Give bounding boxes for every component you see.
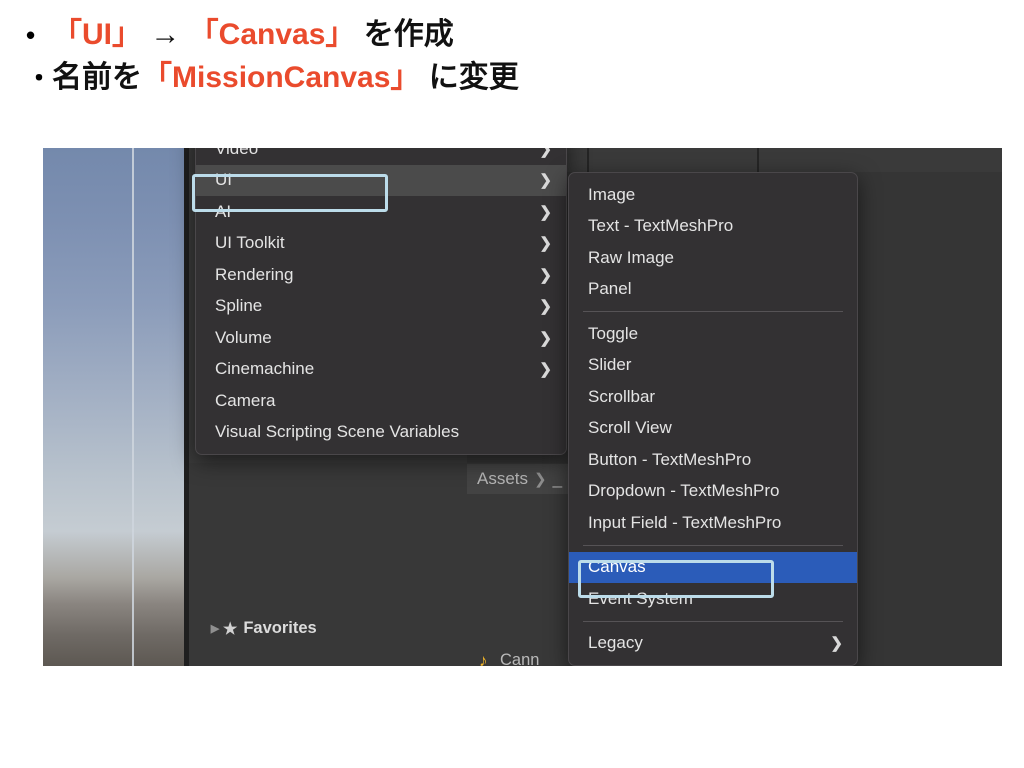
breadcrumb-item-2[interactable]: _ (553, 469, 562, 489)
menu-item-label: Event System (588, 588, 693, 608)
chevron-right-icon: ❯ (539, 361, 552, 379)
bullet-marker-2: ・ (26, 62, 53, 93)
bullet-line-1: • 「UI」 → 「Canvas」 を作成 (26, 14, 1024, 57)
menu-separator (583, 544, 843, 546)
menu-item-slider[interactable]: Slider (569, 350, 857, 382)
bullet-1-seg-3: 「Canvas」 (188, 18, 356, 51)
menu-item-canvas[interactable]: Canvas (569, 551, 857, 583)
menu-item-label: Cinemachine (215, 359, 315, 379)
bullet-1-seg-2: → (142, 18, 189, 51)
menu-separator (583, 620, 843, 622)
bottom-crop-mask (0, 666, 1024, 768)
menu-separator (583, 311, 843, 312)
menu-item-toggle[interactable]: Toggle (569, 318, 857, 350)
scene-view[interactable] (22, 148, 186, 666)
unity-editor-screenshot: ▶ ★ Favorites ▼ Assets _C# ▶ _Images _In… (22, 148, 1002, 666)
chevron-right-icon: ❯ (539, 148, 552, 158)
tree-label: Favorites (243, 619, 317, 637)
menu-item-label: Text - TextMeshPro (588, 216, 734, 236)
menu-item-label: Volume (215, 327, 272, 347)
slide-bullets: • 「UI」 → 「Canvas」 を作成 ・名前を「MissionCanvas」… (0, 0, 1024, 99)
menu-item-label: AI (215, 201, 232, 221)
tree-row-favorites[interactable]: ▶ ★ Favorites (207, 616, 317, 641)
menu-item-label: Toggle (588, 323, 639, 343)
menu-item-panel[interactable]: Panel (569, 274, 857, 306)
menu-item-image[interactable]: Image (569, 179, 857, 211)
menu-item-label: Video (215, 148, 259, 158)
chevron-right-icon: ❯ (539, 329, 552, 347)
menu-item-label: Rendering (215, 264, 294, 284)
chevron-right-icon: ❯ (539, 298, 552, 316)
menu-item-camera[interactable]: Camera (196, 385, 566, 417)
menu-item-dropdown-textmeshpro[interactable]: Dropdown - TextMeshPro (569, 476, 857, 508)
menu-item-label: Legacy (588, 633, 643, 653)
breadcrumb-item-assets[interactable]: Assets (477, 469, 528, 489)
menu-item-legacy[interactable]: Legacy ❯ (569, 628, 857, 660)
menu-item-ai[interactable]: AI ❯ (196, 196, 566, 228)
menu-item-scrollbar[interactable]: Scrollbar (569, 381, 857, 413)
menu-item-label: Panel (588, 279, 632, 299)
menu-item-label: Canvas (588, 557, 646, 577)
menu-item-visual-scripting-scene-variables[interactable]: Visual Scripting Scene Variables (196, 417, 566, 449)
list-item[interactable]: ♪ Cann (467, 648, 540, 667)
chevron-right-icon: ❯ (539, 266, 552, 284)
menu-item-event-system[interactable]: Event System (569, 583, 857, 615)
menu-item-label: Button - TextMeshPro (588, 449, 752, 469)
menu-item-text-textmeshpro[interactable]: Text - TextMeshPro (569, 211, 857, 243)
star-icon: ★ (223, 620, 238, 638)
menu-item-label: Raw Image (588, 247, 674, 267)
chevron-right-icon[interactable]: ▶ (207, 622, 223, 635)
asset-label: Cann (500, 651, 540, 666)
menu-item-label: Input Field - TextMeshPro (588, 512, 782, 532)
menu-item-input-field-textmeshpro[interactable]: Input Field - TextMeshPro (569, 507, 857, 539)
menu-item-scroll-view[interactable]: Scroll View (569, 413, 857, 445)
bullet-marker-1: • (26, 20, 36, 50)
menu-item-raw-image[interactable]: Raw Image (569, 242, 857, 274)
bullet-2-seg-3: に変更 (420, 60, 519, 94)
menu-item-volume[interactable]: Volume ❯ (196, 322, 566, 354)
audio-clip-icon: ♪ (479, 650, 488, 667)
chevron-right-icon: ❯ (539, 203, 552, 221)
chevron-right-icon: ❯ (539, 235, 552, 253)
menu-item-label: Slider (588, 355, 632, 375)
bullet-2-seg-1: 名前を (52, 60, 142, 94)
chevron-right-icon: ❯ (539, 172, 552, 190)
menu-item-label: Scrollbar (588, 386, 656, 406)
scene-left-crop-strip (22, 148, 43, 666)
menu-item-label: Visual Scripting Scene Variables (215, 422, 460, 442)
menu-item-rendering[interactable]: Rendering ❯ (196, 259, 566, 291)
menu-item-label: Scroll View (588, 418, 672, 438)
menu-item-label: UI (215, 170, 232, 190)
menu-item-label: Camera (215, 390, 276, 410)
menu-item-label: Image (588, 184, 636, 204)
bullet-2-seg-2: 「MissionCanvas」 (142, 60, 421, 94)
menu-item-button-textmeshpro[interactable]: Button - TextMeshPro (569, 444, 857, 476)
tab-divider-1 (587, 148, 589, 172)
chevron-right-icon: ❯ (534, 471, 547, 488)
slide-page: • 「UI」 → 「Canvas」 を作成 ・名前を「MissionCanvas」… (0, 0, 1024, 768)
menu-item-ui[interactable]: UI ❯ (196, 164, 566, 196)
menu-item-label: Spline (215, 296, 263, 316)
context-menu-gameobject[interactable]: Video ❯ UI ❯ AI ❯ UI Toolkit ❯ Rendering… (195, 148, 567, 455)
menu-item-spline[interactable]: Spline ❯ (196, 291, 566, 323)
bullet-1-seg-1: 「UI」 (52, 18, 142, 51)
menu-item-video[interactable]: Video ❯ (196, 148, 566, 165)
context-submenu-ui[interactable]: Image Text - TextMeshPro Raw Image Panel… (568, 172, 858, 666)
bullet-1-seg-4: を作成 (355, 18, 454, 51)
menu-item-label: UI Toolkit (215, 233, 285, 253)
scene-view-right-edge (184, 148, 189, 666)
menu-item-cinemachine[interactable]: Cinemachine ❯ (196, 354, 566, 386)
menu-item-ui-toolkit[interactable]: UI Toolkit ❯ (196, 228, 566, 260)
scene-view-splitter (132, 148, 134, 666)
bullet-line-2: ・名前を「MissionCanvas」 に変更 (26, 57, 1024, 100)
chevron-right-icon: ❯ (830, 635, 843, 653)
tab-divider-2 (757, 148, 759, 172)
menu-item-label: Dropdown - TextMeshPro (588, 481, 780, 501)
